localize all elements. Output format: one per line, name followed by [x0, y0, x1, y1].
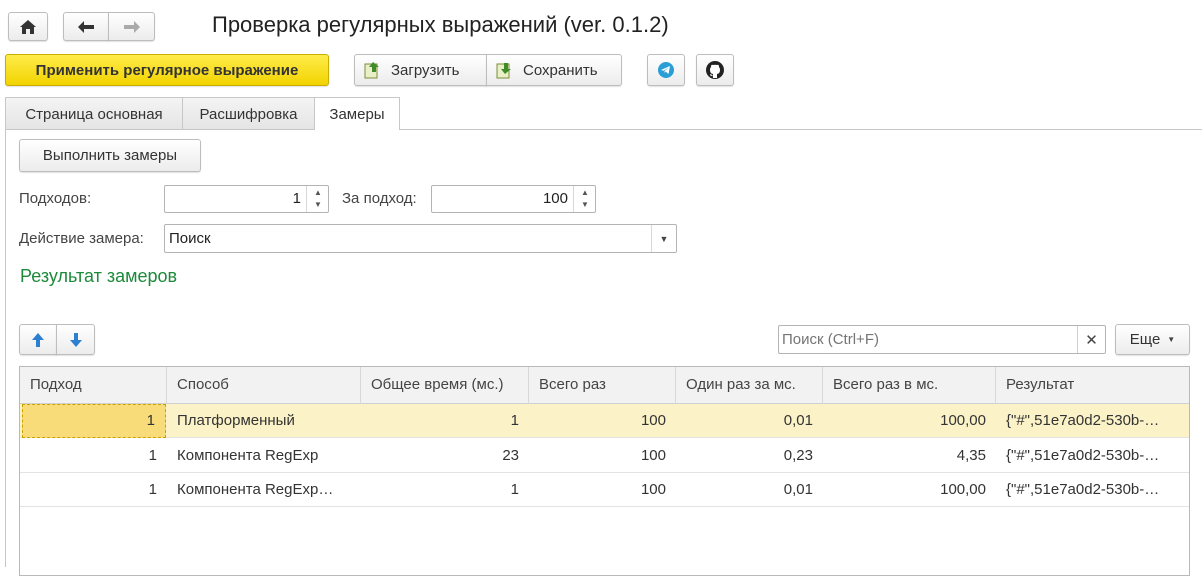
table-search-field[interactable]: ✕ — [778, 325, 1106, 354]
more-button[interactable]: Еще ▼ — [1115, 324, 1190, 355]
telegram-button[interactable] — [647, 54, 685, 86]
stepper-down-icon[interactable]: ▼ — [307, 199, 329, 211]
cell-once-ms[interactable]: 0,23 — [676, 439, 823, 473]
stepper-up-icon[interactable]: ▲ — [307, 187, 329, 199]
tab-main-page[interactable]: Страница основная — [5, 97, 183, 130]
save-label: Сохранить — [523, 61, 598, 79]
cell-approach[interactable]: 1 — [22, 404, 166, 438]
per-approach-label: За подход: — [342, 190, 417, 207]
table-search-input[interactable] — [779, 326, 1077, 353]
column-header-once-ms[interactable]: Один раз за мс. — [676, 367, 823, 404]
cell-result[interactable]: {"#",51e7a0d2-530b-… — [996, 473, 1189, 507]
dropdown-button[interactable]: ▼ — [651, 225, 676, 252]
cell-approach[interactable]: 1 — [20, 473, 167, 507]
load-label: Загрузить — [391, 61, 460, 79]
cell-total-count[interactable]: 100 — [529, 473, 676, 507]
load-icon — [364, 62, 379, 79]
telegram-icon — [658, 62, 674, 78]
arrow-right-icon — [123, 20, 140, 33]
apply-regex-button[interactable]: Применить регулярное выражение — [5, 54, 329, 86]
cell-method[interactable]: Компонента RegExp — [167, 439, 361, 473]
arrow-down-icon — [69, 332, 82, 347]
table-row[interactable]: 1 Компонента RegExp 23 100 0,23 4,35 {"#… — [20, 439, 1189, 473]
table-row[interactable]: 1 Компонента RegExp… 1 100 0,01 100,00 {… — [20, 473, 1189, 507]
cell-total-time[interactable]: 1 — [361, 473, 529, 507]
cell-total-count[interactable]: 100 — [529, 439, 676, 473]
github-icon — [706, 61, 724, 79]
action-select[interactable]: Поиск ▼ — [164, 224, 677, 253]
action-label: Действие замера: — [19, 230, 144, 247]
action-value: Поиск — [169, 230, 211, 247]
search-clear-button[interactable]: ✕ — [1077, 326, 1105, 353]
cell-method[interactable]: Платформенный — [167, 404, 361, 438]
approaches-field[interactable]: 1 ▲ ▼ — [164, 185, 329, 213]
column-header-approach[interactable]: Подход — [20, 367, 167, 404]
cell-total-time[interactable]: 23 — [361, 439, 529, 473]
cell-approach[interactable]: 1 — [20, 439, 167, 473]
column-header-total-time[interactable]: Общее время (мс.) — [361, 367, 529, 404]
tabs-divider — [5, 129, 1202, 130]
cell-once-ms[interactable]: 0,01 — [676, 473, 823, 507]
cell-per-ms[interactable]: 4,35 — [823, 439, 996, 473]
results-title: Результат замеров — [20, 266, 178, 286]
cell-total-time[interactable]: 1 — [361, 404, 529, 438]
home-button[interactable] — [8, 12, 48, 41]
forward-button[interactable] — [108, 12, 155, 41]
column-header-result[interactable]: Результат — [996, 367, 1189, 404]
column-header-total-count[interactable]: Всего раз — [529, 367, 676, 404]
move-up-button[interactable] — [19, 324, 57, 355]
stepper-down-icon[interactable]: ▼ — [574, 199, 596, 211]
tab-decoding[interactable]: Расшифровка — [182, 97, 315, 130]
cell-total-count[interactable]: 100 — [529, 404, 676, 438]
cell-per-ms[interactable]: 100,00 — [823, 473, 996, 507]
column-header-per-ms[interactable]: Всего раз в мс. — [823, 367, 996, 404]
panel-border — [5, 129, 6, 567]
per-approach-field[interactable]: 100 ▲ ▼ — [431, 185, 596, 213]
approaches-label: Подходов: — [19, 190, 92, 207]
tab-measurements[interactable]: Замеры — [314, 97, 400, 130]
table-row[interactable]: 1 Платформенный 1 100 0,01 100,00 {"#",5… — [20, 404, 1189, 438]
column-header-method[interactable]: Способ — [167, 367, 361, 404]
cell-method[interactable]: Компонента RegExp… — [167, 473, 361, 507]
cell-per-ms[interactable]: 100,00 — [823, 404, 996, 438]
cell-once-ms[interactable]: 0,01 — [676, 404, 823, 438]
chevron-down-icon: ▼ — [659, 233, 669, 244]
table-header: Подход Способ Общее время (мс.) Всего ра… — [20, 367, 1189, 404]
results-table[interactable]: Подход Способ Общее время (мс.) Всего ра… — [19, 366, 1190, 576]
github-button[interactable] — [696, 54, 734, 86]
save-icon — [496, 63, 511, 79]
arrow-up-icon — [32, 332, 44, 347]
more-label: Еще — [1129, 331, 1161, 348]
cell-result[interactable]: {"#",51e7a0d2-530b-… — [996, 439, 1189, 473]
close-icon: ✕ — [1085, 331, 1098, 349]
chevron-down-icon: ▼ — [1167, 335, 1176, 344]
approaches-stepper[interactable]: ▲ ▼ — [306, 186, 328, 212]
move-down-button[interactable] — [56, 324, 95, 355]
save-button[interactable]: Сохранить — [486, 54, 622, 86]
arrow-left-icon — [78, 20, 94, 33]
load-button[interactable]: Загрузить — [354, 54, 487, 86]
back-button[interactable] — [63, 12, 109, 41]
stepper-up-icon[interactable]: ▲ — [574, 187, 596, 199]
cell-result[interactable]: {"#",51e7a0d2-530b-… — [996, 404, 1189, 438]
run-measurements-button[interactable]: Выполнить замеры — [19, 139, 201, 172]
per-approach-value: 100 — [542, 190, 568, 207]
per-approach-stepper[interactable]: ▲ ▼ — [573, 186, 595, 212]
home-icon — [20, 19, 36, 34]
approaches-value: 1 — [292, 190, 301, 207]
page-title: Проверка регулярных выражений (ver. 0.1.… — [212, 12, 669, 37]
